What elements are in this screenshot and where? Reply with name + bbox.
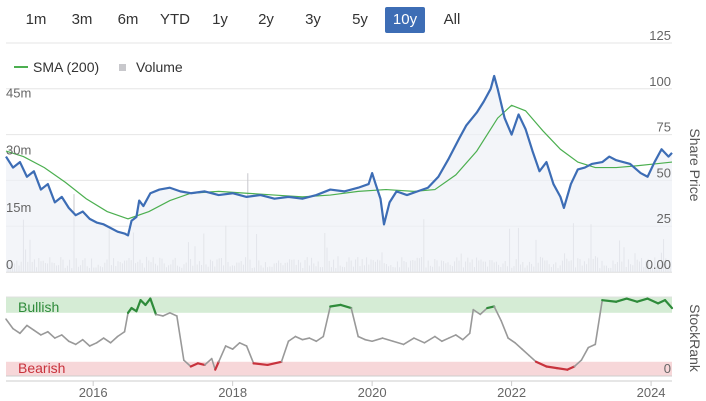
- price-tick-label: 125: [649, 28, 671, 43]
- stockrank-segment: [448, 334, 457, 339]
- stockrank-segment: [308, 337, 318, 343]
- stockrank-segment: [545, 365, 559, 370]
- stockrank-segment: [40, 330, 49, 336]
- stockrank-segment: [468, 308, 475, 335]
- legend-volume-label: Volume: [136, 59, 183, 75]
- legend-sma-label: SMA (200): [33, 59, 99, 75]
- stockrank-segment: [116, 330, 126, 338]
- stockrank-segment: [287, 335, 297, 343]
- stockrank-segment: [402, 337, 415, 346]
- stockrank-segment: [521, 348, 530, 357]
- price-tick-label: 25: [657, 211, 671, 226]
- stockrank-segment: [294, 335, 304, 341]
- stockrank-segment: [224, 345, 234, 350]
- stockrank-segment: [528, 354, 537, 363]
- price-tick-label: 0.00: [646, 257, 671, 272]
- stockrank-segment: [371, 337, 384, 343]
- stockrank-segment: [5, 318, 14, 330]
- stockrank-segment: [88, 342, 98, 347]
- stockrank-segment: [381, 337, 394, 343]
- stockrank-segment: [364, 338, 373, 343]
- stockrank-segment: [95, 337, 105, 344]
- stockrank-segment: [315, 335, 325, 343]
- stockrank-segment: [514, 342, 523, 350]
- stockrank-segment: [162, 311, 171, 317]
- x-tick-label: 2024: [637, 385, 666, 400]
- stockrank-segment: [441, 337, 450, 343]
- volume-tick-label: 0: [6, 257, 13, 272]
- x-tick-label: 2020: [358, 385, 387, 400]
- stockrank-segment: [392, 340, 405, 346]
- stockrank-segment: [109, 335, 119, 344]
- volume-tick-label: 45m: [6, 85, 31, 100]
- stockrank-segment: [155, 313, 164, 317]
- stockrank-segment: [169, 311, 178, 317]
- stockrank-segment: [196, 362, 206, 367]
- stockrank-segment: [102, 337, 112, 344]
- stockrank-segment: [252, 362, 269, 367]
- rank-tick-label: 0: [664, 361, 671, 376]
- stockrank-segment: [486, 305, 496, 310]
- stockrank-segment: [555, 367, 569, 371]
- stockrank-segment: [60, 334, 70, 343]
- stockrank-segment: [47, 330, 56, 339]
- x-tick-label: 2022: [497, 385, 526, 400]
- stockrank-segment: [81, 338, 91, 347]
- legend-volume-swatch: [119, 64, 126, 71]
- x-tick-label: 2016: [79, 385, 108, 400]
- stockrank-segment: [176, 315, 185, 362]
- stockrank-segment: [245, 345, 255, 365]
- price-area: [6, 75, 672, 272]
- price-axis-title: Share Price: [687, 128, 703, 201]
- stockrank-segment: [217, 345, 227, 363]
- bearish-band: [6, 361, 672, 376]
- stockrank-segment: [19, 324, 28, 335]
- stockrank-segment: [601, 299, 618, 303]
- stockrank-segment: [231, 342, 241, 350]
- stockrank-segment: [54, 334, 63, 339]
- stockrank-segment: [413, 337, 426, 344]
- stockrank-segment: [238, 342, 248, 347]
- stockrank-segment: [461, 332, 471, 341]
- stockrank-segment: [33, 329, 42, 336]
- bullish-label: Bullish: [18, 299, 59, 315]
- stockrank-segment: [26, 324, 35, 331]
- legend: SMA (200) Volume: [14, 59, 183, 75]
- stockrank-segment: [74, 338, 84, 346]
- price-tick-label: 75: [657, 120, 671, 135]
- stockrank-segment: [357, 335, 366, 341]
- stockrank-segment: [455, 334, 464, 341]
- stockrank-segment: [434, 335, 443, 343]
- price-tick-label: 50: [657, 165, 671, 180]
- stockrank-segment: [587, 343, 597, 349]
- stockrank-segment: [301, 337, 311, 341]
- stockrank-segment: [123, 311, 129, 333]
- stockrank-segment: [67, 340, 77, 346]
- stockrank-segment: [280, 340, 290, 363]
- volume-tick-label: 30m: [6, 143, 31, 158]
- stockrank-segment: [500, 319, 509, 339]
- x-tick-label: 2018: [218, 385, 247, 400]
- volume-tick-label: 15m: [6, 200, 31, 215]
- bearish-label: Bearish: [18, 360, 65, 376]
- stockrank-segment: [12, 327, 21, 335]
- stock-chart: 125 100 75 50 25 0.00 45m 30m 15m 0 Share Price SMA…: [5, 28, 703, 400]
- stockrank-segment: [580, 346, 590, 362]
- stockrank-segment: [423, 335, 436, 344]
- price-tick-label: 100: [649, 74, 671, 89]
- stockrank-segment: [507, 337, 516, 344]
- rank-axis-title: StockRank: [687, 304, 703, 373]
- stockrank-segment: [329, 303, 342, 308]
